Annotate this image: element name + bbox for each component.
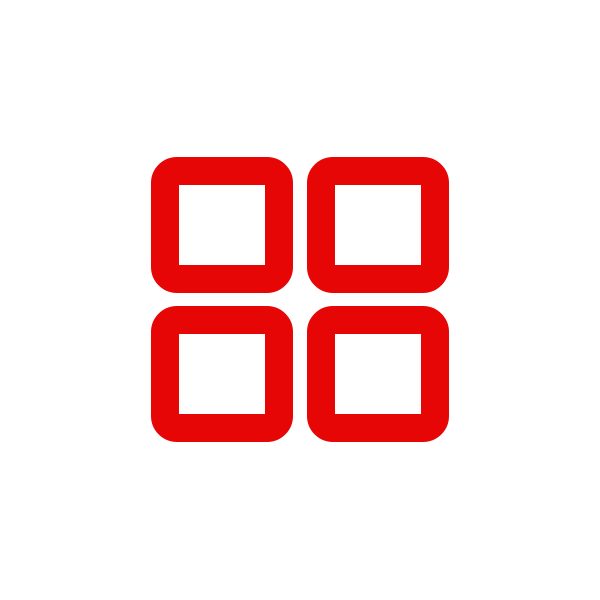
grid-tile-bottom-left bbox=[151, 306, 293, 442]
icon-canvas bbox=[0, 0, 600, 600]
grid-icon bbox=[151, 157, 449, 442]
grid-tile-bottom-right bbox=[307, 306, 449, 442]
grid-tile-top-right bbox=[307, 157, 449, 293]
grid-tile-top-left bbox=[151, 157, 293, 293]
